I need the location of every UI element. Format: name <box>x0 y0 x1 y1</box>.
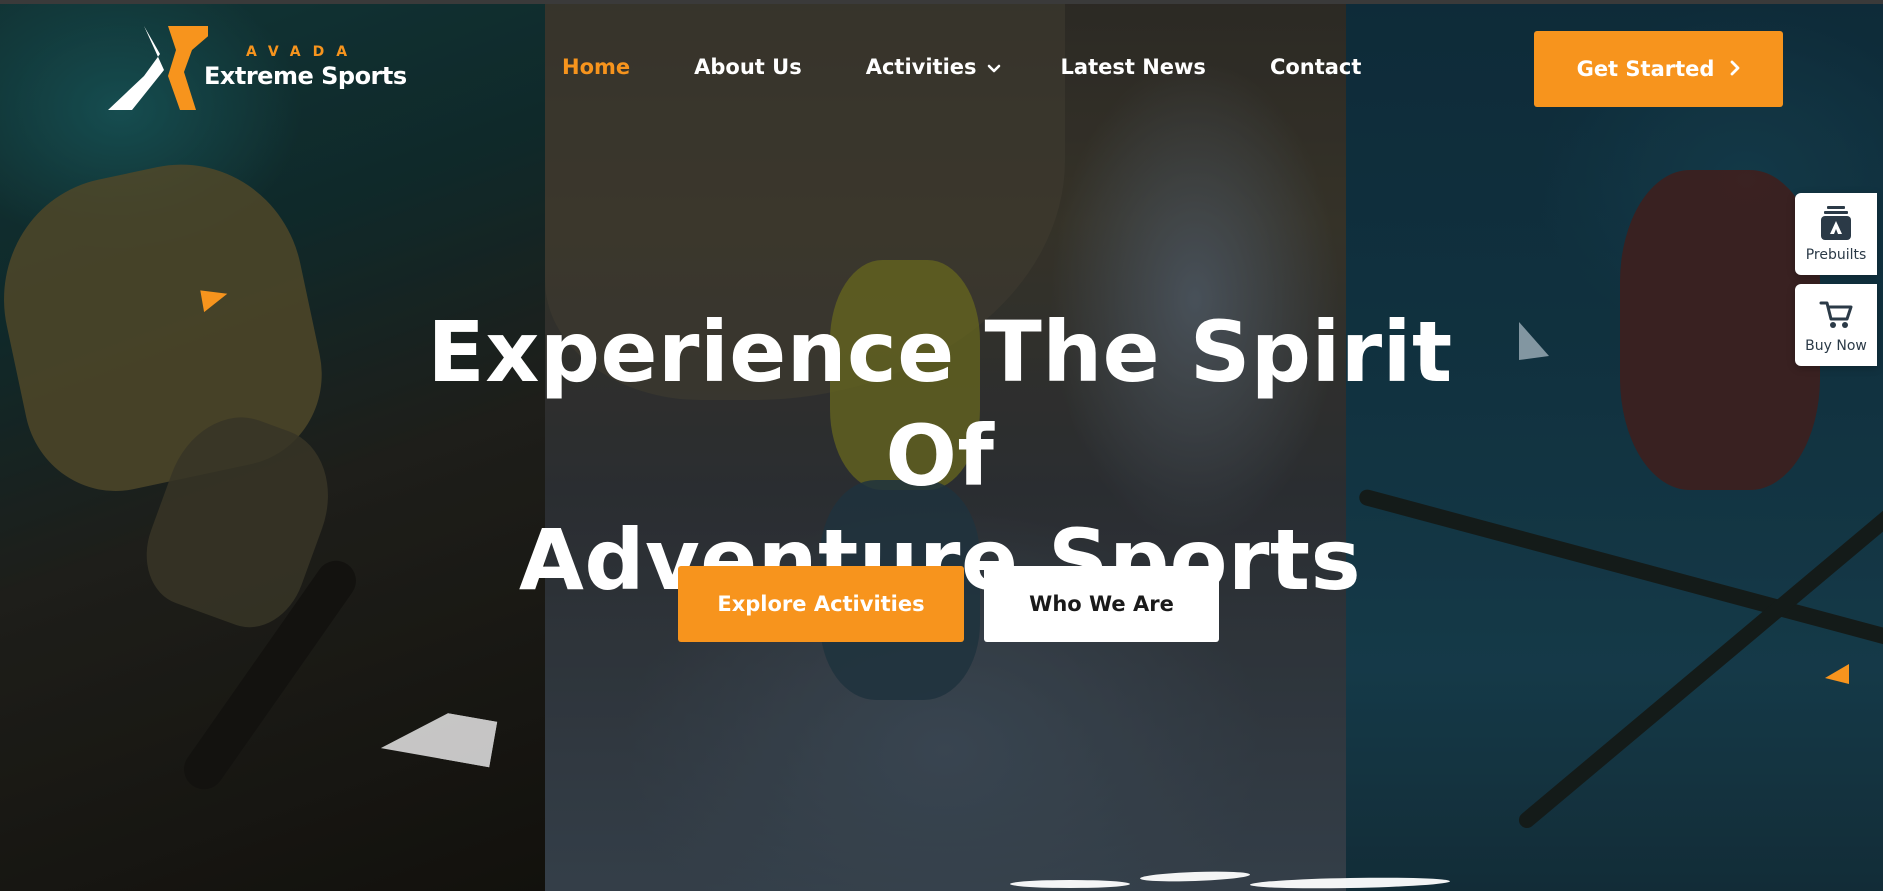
chevron-down-icon <box>987 55 1001 79</box>
nav-item-contact[interactable]: Contact <box>1270 55 1362 79</box>
hero-heading-line1: Experience The Spirit Of <box>427 303 1453 505</box>
get-started-button[interactable]: Get Started <box>1534 31 1783 107</box>
decorative-triangle <box>1519 322 1549 360</box>
site-logo[interactable]: AVADA Extreme Sports <box>108 26 407 114</box>
explore-activities-button[interactable]: Explore Activities <box>678 566 964 642</box>
decorative-triangle <box>1825 664 1849 684</box>
decorative-triangle <box>200 285 230 313</box>
buy-now-label: Buy Now <box>1805 338 1867 354</box>
nav-item-home[interactable]: Home <box>562 55 630 79</box>
chevron-right-icon <box>1730 57 1740 81</box>
nav-item-activities[interactable]: Activities <box>866 55 1001 79</box>
hero-buttons: Explore Activities Who We Are <box>678 566 1219 642</box>
nav-item-about-us[interactable]: About Us <box>694 55 802 79</box>
page: AVADA Extreme Sports Home About Us Activ… <box>0 0 1883 891</box>
cart-icon <box>1818 294 1854 334</box>
main-nav: Home About Us Activities Latest News Con… <box>562 55 1361 79</box>
brush-stroke-divider <box>1010 880 1130 888</box>
who-we-are-button[interactable]: Who We Are <box>984 566 1219 642</box>
browser-top-edge <box>0 0 1883 4</box>
buy-now-widget[interactable]: Buy Now <box>1795 284 1877 366</box>
logo-wordmark-bottom: Extreme Sports <box>204 62 407 90</box>
avada-x-logo-icon <box>108 26 208 110</box>
prebuilts-icon <box>1818 203 1854 243</box>
get-started-label: Get Started <box>1576 57 1715 81</box>
prebuilts-widget[interactable]: Prebuilts <box>1795 193 1877 275</box>
nav-item-latest-news[interactable]: Latest News <box>1061 55 1206 79</box>
nav-item-activities-label: Activities <box>865 55 977 79</box>
prebuilts-label: Prebuilts <box>1805 247 1867 263</box>
logo-wordmark-top: AVADA <box>246 44 360 60</box>
